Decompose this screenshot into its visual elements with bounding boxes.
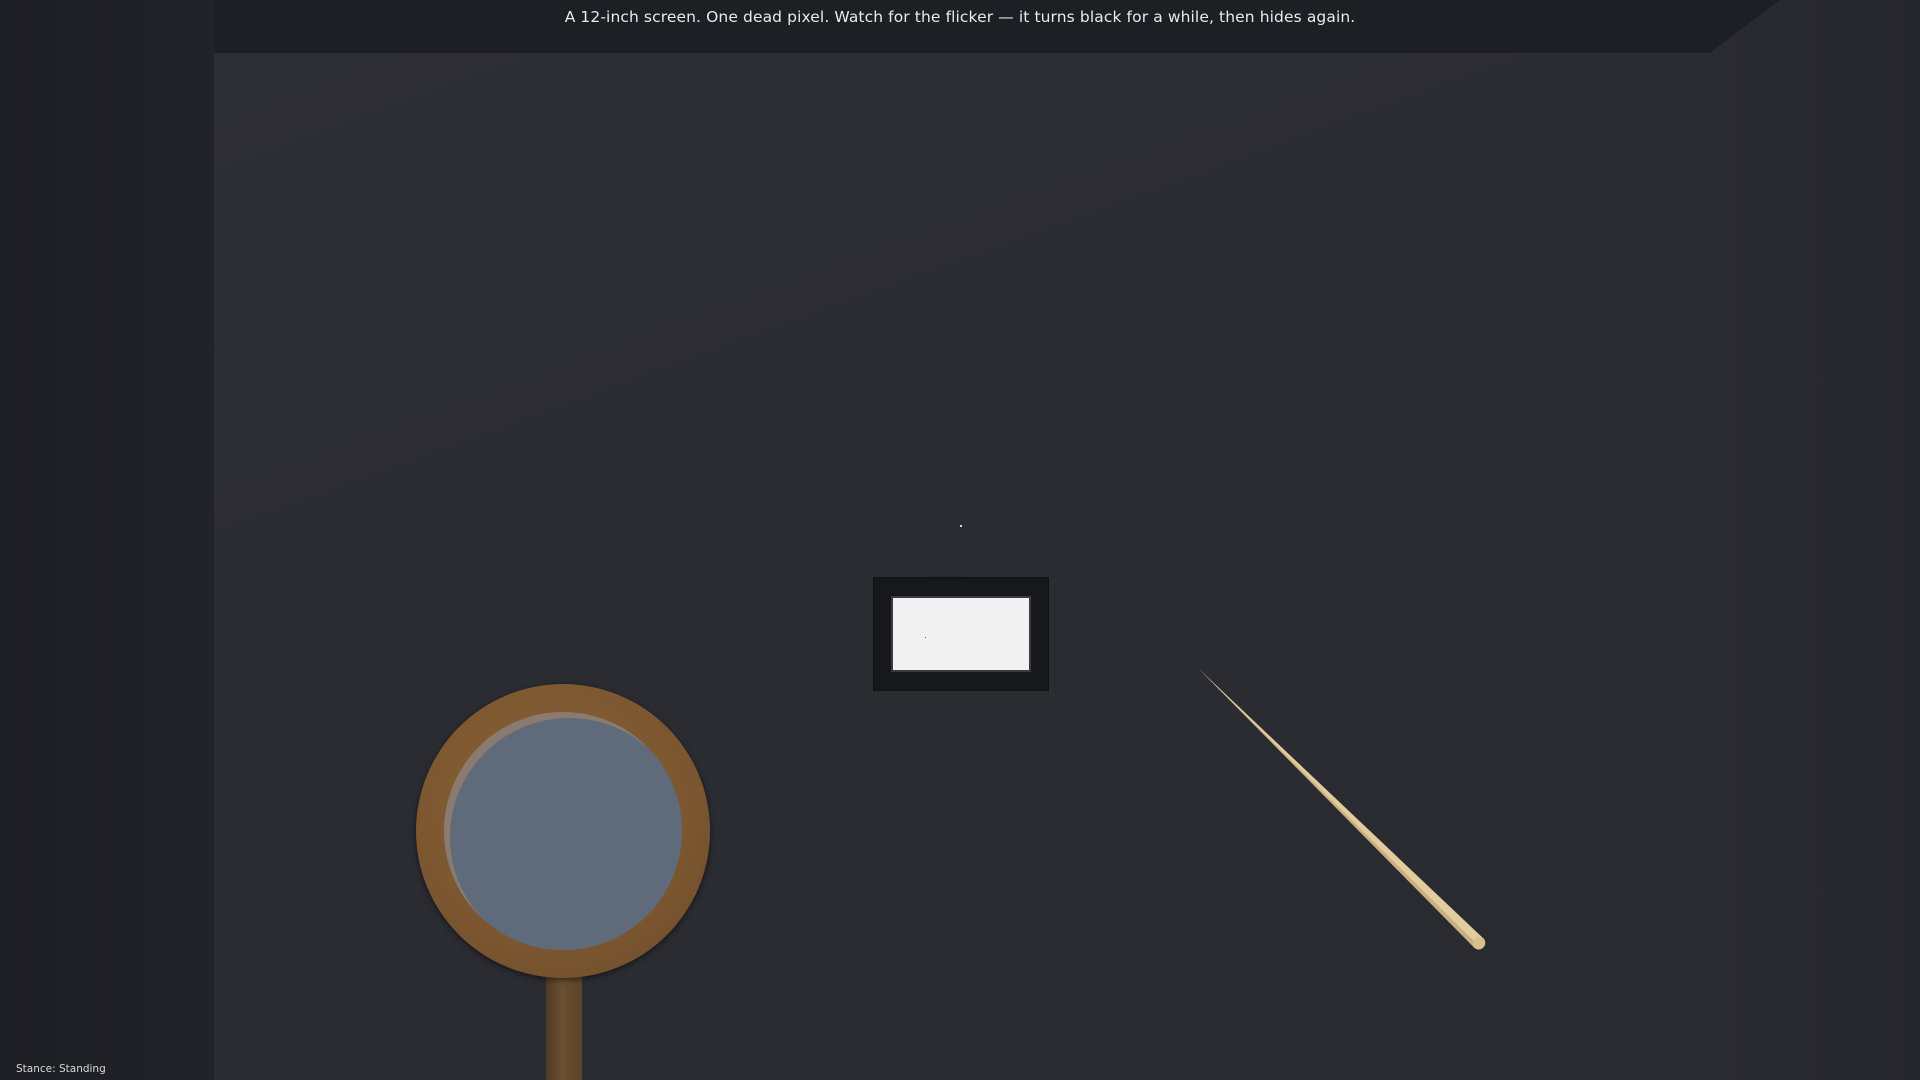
monitor-screen[interactable] [891,596,1031,672]
instruction-text: A 12-inch screen. One dead pixel. Watch … [564,8,1356,26]
magnifier-icon[interactable] [416,684,710,1080]
dead-pixel[interactable] [960,525,962,527]
magnifier-rim[interactable] [416,684,710,978]
right-wall [1710,0,1920,1080]
focus-halo [852,398,1042,578]
stance-indicator: Stance: Standing [16,1063,106,1075]
left-wall [0,0,214,1080]
magnifier-lens[interactable] [444,712,682,950]
magnifier-handle[interactable] [546,969,582,1080]
game-scene: A 12-inch screen. One dead pixel. Watch … [0,0,1920,1080]
screen-pixel-dot [925,637,926,638]
monitor[interactable] [873,577,1049,691]
